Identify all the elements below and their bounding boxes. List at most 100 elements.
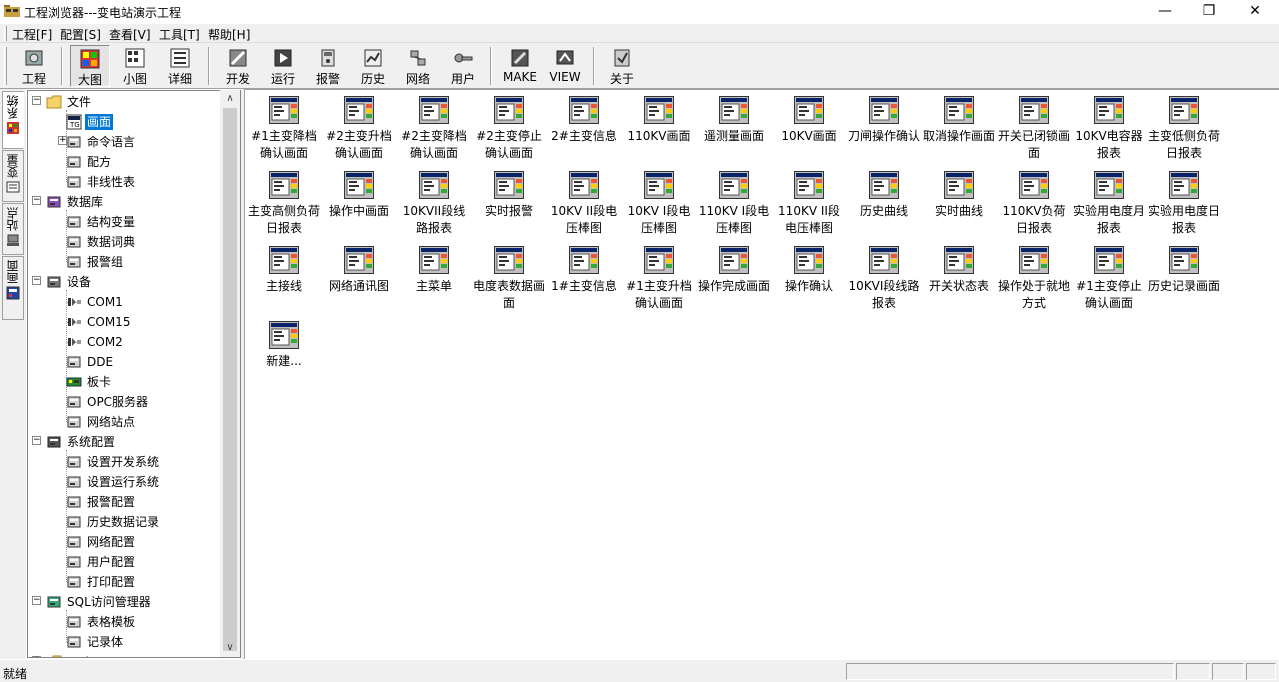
tree-item[interactable]: + 命令语言 (28, 132, 220, 152)
tree-item[interactable]: − 设备 (28, 272, 220, 292)
picture-item[interactable]: 电度表数据画面 (473, 246, 545, 312)
picture-item[interactable]: 10KVI段线路报表 (848, 246, 920, 312)
collapse-icon[interactable]: − (32, 276, 41, 285)
tree-item[interactable]: COM2 (28, 332, 220, 352)
tree-item[interactable]: + Web (28, 652, 220, 657)
picture-item[interactable]: #1主变升档确认画面 (623, 246, 695, 312)
tree-item[interactable]: DDE (28, 352, 220, 372)
tree-item[interactable]: 配方 (28, 152, 220, 172)
picture-item[interactable]: 10KVII段线路报表 (398, 171, 470, 237)
minimize-button[interactable]: — (1142, 0, 1188, 24)
tree-item[interactable]: 报警组 (28, 252, 220, 272)
picture-item[interactable]: 历史记录画面 (1148, 246, 1220, 295)
tree-item[interactable]: 板卡 (28, 372, 220, 392)
collapse-icon[interactable]: − (32, 596, 41, 605)
picture-item[interactable]: 主变高侧负荷日报表 (248, 171, 320, 237)
tree-item[interactable]: − 数据库 (28, 192, 220, 212)
menu-help[interactable]: 帮助[H] (208, 26, 250, 43)
tree-item[interactable]: 非线性表 (28, 172, 220, 192)
tree-item[interactable]: OPC服务器 (28, 392, 220, 412)
picture-item[interactable]: 110KV I段电压棒图 (698, 171, 770, 237)
tree-item[interactable]: COM15 (28, 312, 220, 332)
tree-item[interactable]: 数据词典 (28, 232, 220, 252)
picture-item[interactable]: 操作处于就地方式 (998, 246, 1070, 312)
tool-run-button[interactable]: 运行 (263, 45, 303, 87)
picture-item[interactable]: 110KV画面 (623, 96, 695, 145)
menu-view[interactable]: 查看[V] (109, 26, 151, 43)
tree-scrollbar[interactable]: ∧ ∨ (220, 90, 240, 657)
tree-item[interactable]: 报警配置 (28, 492, 220, 512)
picture-item[interactable]: #2主变降档确认画面 (398, 96, 470, 162)
picture-item[interactable]: 2#主变信息 (548, 96, 620, 145)
tree-item[interactable]: − SQL访问管理器 (28, 592, 220, 612)
picture-item[interactable]: 新建... (248, 321, 320, 370)
picture-item[interactable]: 操作中画面 (323, 171, 395, 220)
picture-item[interactable]: #2主变升档确认画面 (323, 96, 395, 162)
picture-item[interactable]: 实时报警 (473, 171, 545, 220)
scroll-up-button[interactable]: ∧ (220, 90, 240, 108)
picture-item[interactable]: 实验用电度月报表 (1073, 171, 1145, 237)
tool-details-button[interactable]: 详细 (160, 45, 200, 87)
picture-item[interactable]: 110KV II段电压棒图 (773, 171, 845, 237)
tree-item[interactable]: 记录体 (28, 632, 220, 652)
tab-picture[interactable]: 画面 (2, 256, 24, 320)
tree-item[interactable]: 网络配置 (28, 532, 220, 552)
tree-item[interactable]: 结构变量 (28, 212, 220, 232)
picture-item[interactable]: 主菜单 (398, 246, 470, 295)
picture-item[interactable]: 实时曲线 (923, 171, 995, 220)
tab-station[interactable]: 站点 (2, 203, 24, 255)
picture-item[interactable]: 开关状态表 (923, 246, 995, 295)
tool-small-icons-button[interactable]: 小图 (115, 45, 155, 87)
menu-config[interactable]: 配置[S] (60, 26, 101, 43)
picture-item[interactable]: #2主变停止确认画面 (473, 96, 545, 162)
picture-item[interactable]: 10KV画面 (773, 96, 845, 145)
menu-tools[interactable]: 工具[T] (159, 26, 200, 43)
tool-make-button[interactable]: MAKE (500, 45, 540, 87)
tree-item[interactable]: − 文件 (28, 92, 220, 112)
tree-item[interactable]: 网络站点 (28, 412, 220, 432)
picture-item[interactable]: #1主变停止确认画面 (1073, 246, 1145, 312)
expand-icon[interactable]: + (32, 656, 41, 657)
tool-history-button[interactable]: 历史 (353, 45, 393, 87)
collapse-icon[interactable]: − (32, 96, 41, 105)
tree-item[interactable]: COM1 (28, 292, 220, 312)
collapse-icon[interactable]: − (32, 196, 41, 205)
picture-item[interactable]: 1#主变信息 (548, 246, 620, 295)
picture-item[interactable]: #1主变降档确认画面 (248, 96, 320, 162)
picture-item[interactable]: 网络通讯图 (323, 246, 395, 295)
tab-variable[interactable]: 变量 (2, 150, 24, 202)
tree-item[interactable]: − 系统配置 (28, 432, 220, 452)
picture-item[interactable]: 110KV负荷日报表 (998, 171, 1070, 237)
menu-project[interactable]: 工程[F] (12, 26, 52, 43)
tree-item[interactable]: TG 画面 (28, 112, 220, 132)
picture-item[interactable]: 刀闸操作确认 (848, 96, 920, 145)
tree-item[interactable]: 表格模板 (28, 612, 220, 632)
tool-user-button[interactable]: 用户 (443, 45, 483, 87)
tree-item[interactable]: 设置开发系统 (28, 452, 220, 472)
picture-item[interactable]: 开关已闭锁画面 (998, 96, 1070, 162)
picture-item[interactable]: 取消操作画面 (923, 96, 995, 145)
tree-item[interactable]: 打印配置 (28, 572, 220, 592)
tab-system[interactable]: 系统 (2, 91, 24, 149)
picture-item[interactable]: 10KV电容器报表 (1073, 96, 1145, 162)
tool-develop-button[interactable]: 开发 (218, 45, 258, 87)
tool-about-button[interactable]: 关于 (602, 45, 642, 87)
tool-project-button[interactable]: 工程 (14, 45, 54, 87)
tool-network-button[interactable]: 网络 (398, 45, 438, 87)
picture-item[interactable]: 10KV I段电压棒图 (623, 171, 695, 237)
picture-item[interactable]: 主接线 (248, 246, 320, 295)
picture-item[interactable]: 实验用电度日报表 (1148, 171, 1220, 237)
tree-item[interactable]: 用户配置 (28, 552, 220, 572)
picture-item[interactable]: 10KV II段电压棒图 (548, 171, 620, 237)
picture-item[interactable]: 主变低侧负荷日报表 (1148, 96, 1220, 162)
tool-view-button[interactable]: VIEW (545, 45, 585, 87)
tool-large-icons-button[interactable]: 大图 (70, 45, 110, 87)
collapse-icon[interactable]: − (32, 436, 41, 445)
picture-item[interactable]: 历史曲线 (848, 171, 920, 220)
tree-item[interactable]: 历史数据记录 (28, 512, 220, 532)
picture-item[interactable]: 遥测量画面 (698, 96, 770, 145)
tool-alarm-button[interactable]: 报警 (308, 45, 348, 87)
close-button[interactable]: ✕ (1232, 0, 1278, 24)
picture-item[interactable]: 操作完成画面 (698, 246, 770, 295)
scroll-down-button[interactable]: ∨ (220, 639, 240, 657)
